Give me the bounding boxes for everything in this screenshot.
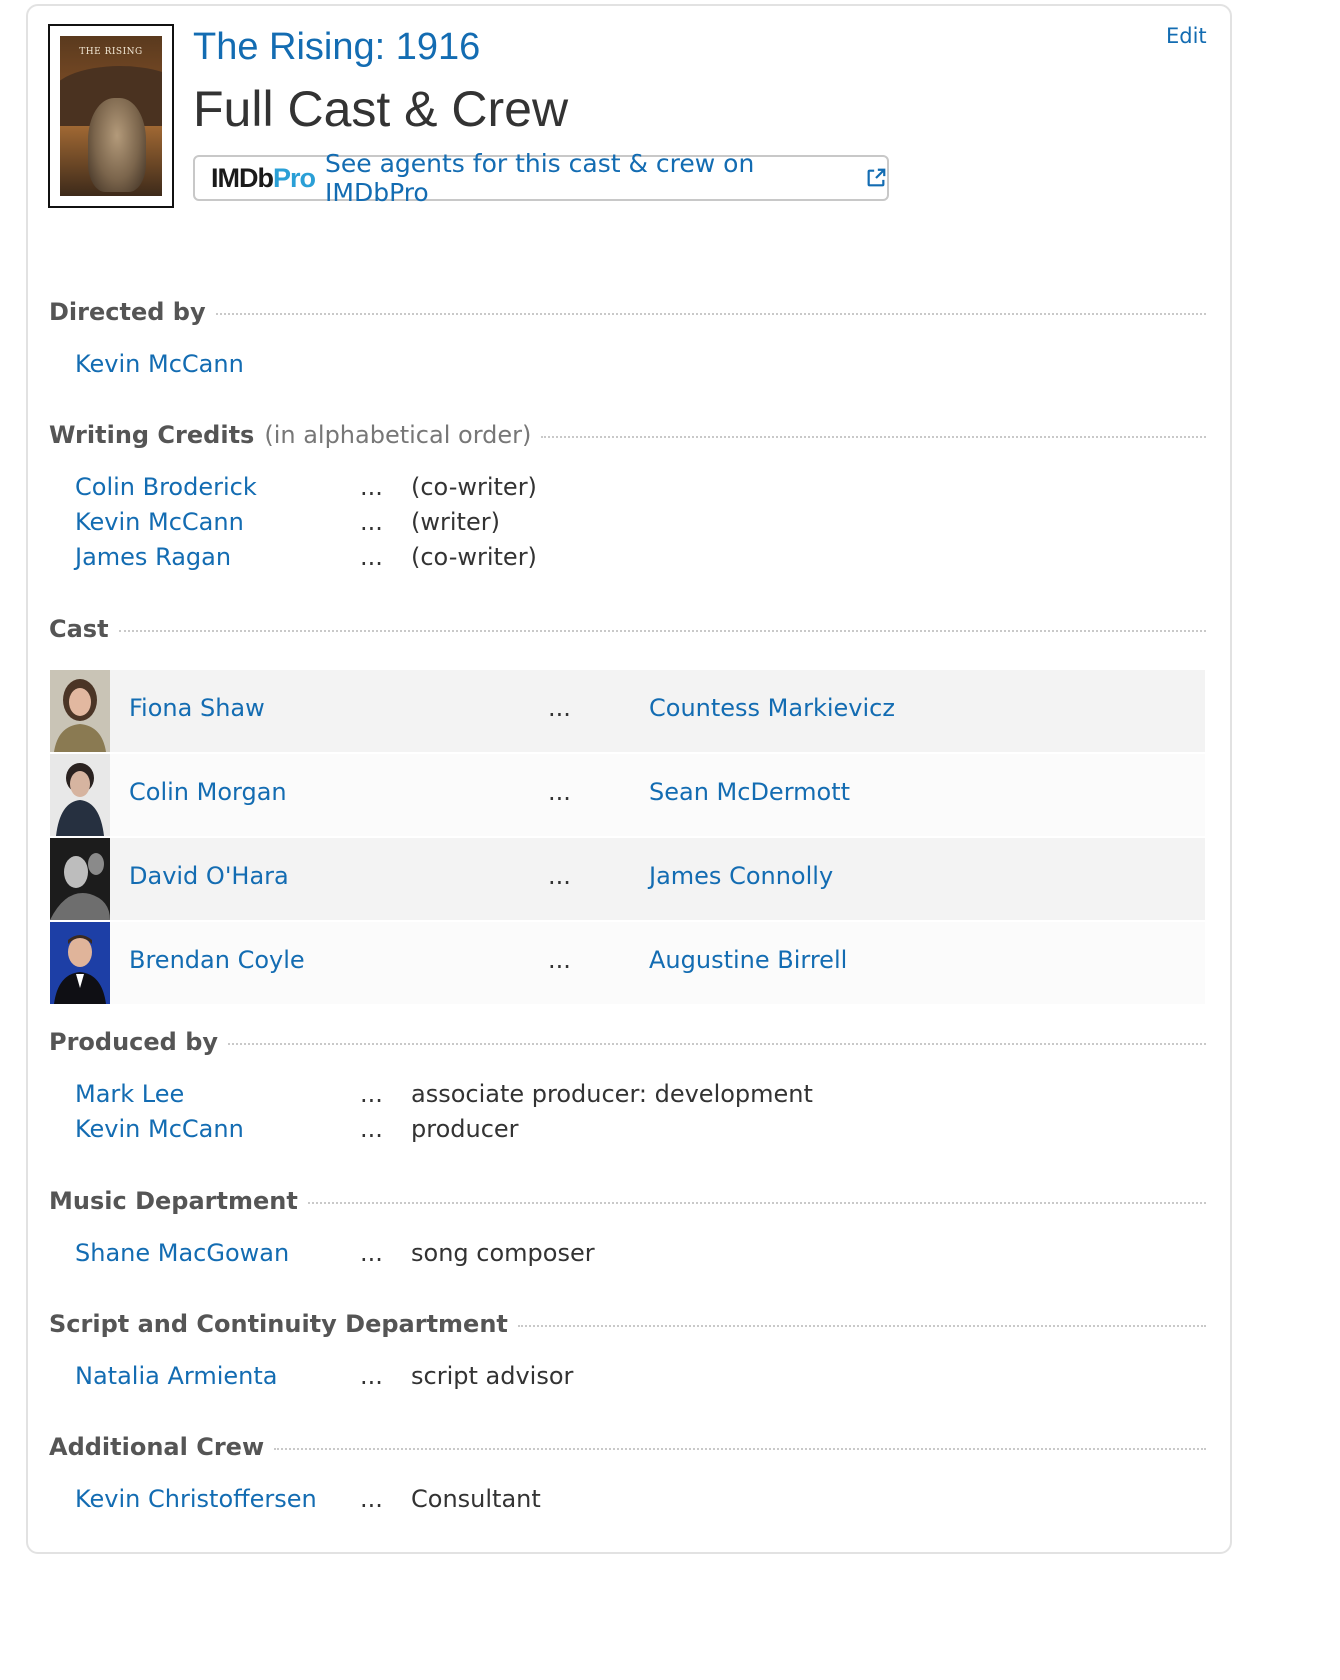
cast-row: Colin Morgan ... Sean McDermott — [50, 754, 1205, 836]
credit-row: Mark Lee ... associate producer: develop… — [75, 1077, 1195, 1111]
director-name-link[interactable]: Kevin McCann — [75, 347, 244, 381]
character-name-link[interactable]: James Connolly — [649, 862, 833, 890]
poster-artwork: THE RISING — [60, 36, 162, 196]
credit-role: song composer — [411, 1239, 595, 1267]
crew-name-link[interactable]: Natalia Armienta — [75, 1359, 277, 1393]
producer-name-link[interactable]: Kevin McCann — [75, 1112, 244, 1146]
actor-photo[interactable] — [50, 754, 110, 836]
section-additional-crew: Additional Crew — [49, 1433, 1206, 1461]
credit-row: James Ragan ... (co-writer) — [75, 540, 1195, 574]
actor-name-link[interactable]: David O'Hara — [129, 862, 289, 890]
section-writing-credits: Writing Credits (in alphabetical order) — [49, 421, 1206, 449]
section-script-continuity: Script and Continuity Department — [49, 1310, 1206, 1338]
section-music-department: Music Department — [49, 1187, 1206, 1215]
credit-role: Consultant — [411, 1485, 541, 1513]
actor-name-link[interactable]: Colin Morgan — [129, 778, 287, 806]
imdbpro-logo: IMDbPro — [211, 162, 316, 193]
poster-title-text: THE RISING — [79, 47, 143, 57]
credit-row: Natalia Armienta ... script advisor — [75, 1359, 1195, 1393]
actor-photo[interactable] — [50, 670, 110, 752]
character-name-link[interactable]: Countess Markievicz — [649, 694, 895, 722]
credit-row: Kevin Christoffersen ... Consultant — [75, 1482, 1195, 1516]
writer-name-link[interactable]: James Ragan — [75, 540, 231, 574]
credit-role: associate producer: development — [411, 1080, 813, 1108]
credit-row: Kevin McCann — [75, 347, 1195, 381]
credit-row: Colin Broderick ... (co-writer) — [75, 470, 1195, 504]
edit-link[interactable]: Edit — [1166, 24, 1207, 48]
credit-row: Shane MacGowan ... song composer — [75, 1236, 1195, 1270]
imdbpro-agents-link[interactable]: IMDbPro See agents for this cast & crew … — [193, 149, 889, 207]
credit-role: (co-writer) — [411, 473, 537, 501]
character-name-link[interactable]: Augustine Birrell — [649, 946, 847, 974]
page-title: Full Cast & Crew — [193, 81, 569, 137]
section-produced-by: Produced by — [49, 1028, 1206, 1056]
credit-role: script advisor — [411, 1362, 574, 1390]
credit-row: Kevin McCann ... (writer) — [75, 505, 1195, 539]
writer-name-link[interactable]: Kevin McCann — [75, 505, 244, 539]
crew-name-link[interactable]: Shane MacGowan — [75, 1236, 289, 1270]
writer-name-link[interactable]: Colin Broderick — [75, 470, 257, 504]
external-link-icon — [865, 167, 887, 189]
actor-photo[interactable] — [50, 838, 110, 920]
credit-role: (co-writer) — [411, 543, 537, 571]
movie-poster[interactable]: THE RISING — [48, 24, 174, 208]
cast-row: Fiona Shaw ... Countess Markievicz — [50, 670, 1205, 752]
actor-name-link[interactable]: Brendan Coyle — [129, 946, 305, 974]
credit-role: producer — [411, 1115, 519, 1143]
cast-row: Brendan Coyle ... Augustine Birrell — [50, 922, 1205, 1004]
producer-name-link[interactable]: Mark Lee — [75, 1077, 184, 1111]
imdbpro-link-text[interactable]: See agents for this cast & crew on IMDbP… — [325, 149, 857, 207]
credit-row: Kevin McCann ... producer — [75, 1112, 1195, 1146]
actor-name-link[interactable]: Fiona Shaw — [129, 694, 265, 722]
character-name-link[interactable]: Sean McDermott — [649, 778, 850, 806]
movie-title-link[interactable]: The Rising: 1916 — [193, 26, 480, 69]
cast-row: David O'Hara ... James Connolly — [50, 838, 1205, 920]
crew-name-link[interactable]: Kevin Christoffersen — [75, 1482, 317, 1516]
credit-role: (writer) — [411, 508, 500, 536]
section-directed-by: Directed by — [49, 298, 1206, 326]
actor-photo[interactable] — [50, 922, 110, 1004]
section-cast: Cast — [49, 615, 1206, 643]
